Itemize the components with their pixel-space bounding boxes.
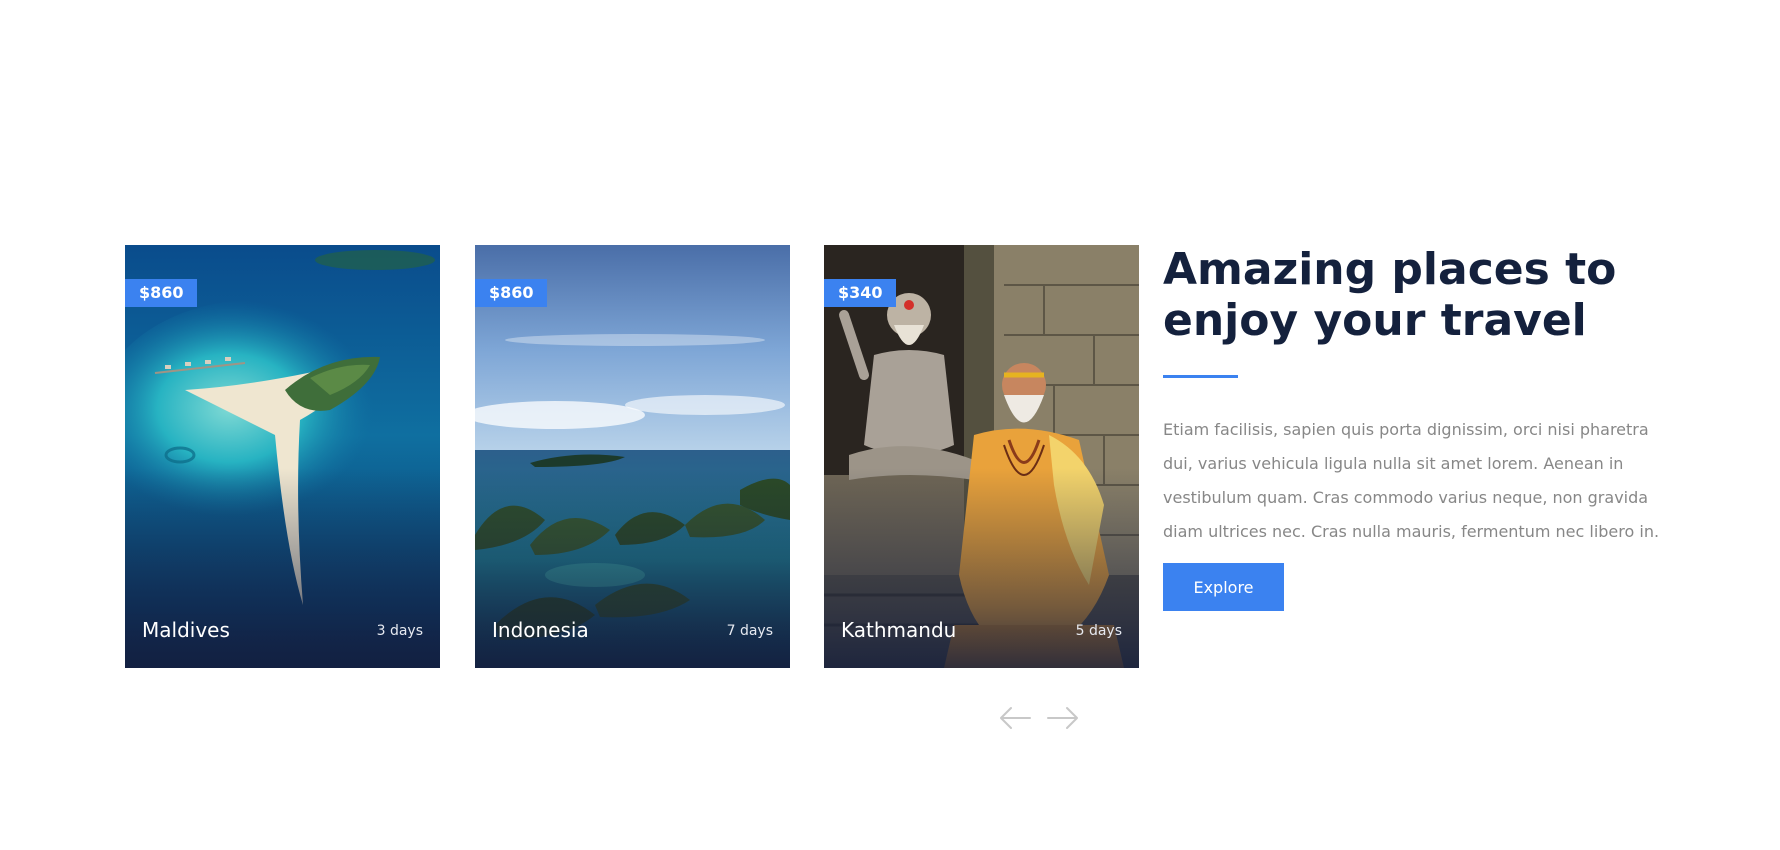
heading-underline <box>1163 375 1238 378</box>
destination-card-indonesia[interactable]: $860 Indonesia 7 days <box>475 245 790 668</box>
explore-button[interactable]: Explore <box>1163 563 1284 611</box>
destination-name: Maldives <box>142 618 230 642</box>
destination-duration: 3 days <box>376 623 423 639</box>
arrow-left-icon <box>1000 707 1031 729</box>
destination-duration: 7 days <box>726 623 773 639</box>
destinations-section: $860 Maldives 3 days $860 Indonesia 7 da… <box>0 0 1780 850</box>
carousel-prev-button[interactable] <box>998 706 1032 730</box>
carousel-next-button[interactable] <box>1046 706 1080 730</box>
arrow-right-icon <box>1047 707 1078 729</box>
destination-duration: 5 days <box>1075 623 1122 639</box>
destination-name: Indonesia <box>492 618 589 642</box>
price-badge: $860 <box>125 279 197 307</box>
price-badge: $860 <box>475 279 547 307</box>
destination-card-kathmandu[interactable]: $340 Kathmandu 5 days <box>824 245 1139 668</box>
section-description: Etiam facilisis, sapien quis porta digni… <box>1163 420 1660 541</box>
section-heading: Amazing places to enjoy your travel <box>1163 244 1617 346</box>
destination-name: Kathmandu <box>841 618 957 642</box>
price-badge: $340 <box>824 279 896 307</box>
destination-card-maldives[interactable]: $860 Maldives 3 days <box>125 245 440 668</box>
